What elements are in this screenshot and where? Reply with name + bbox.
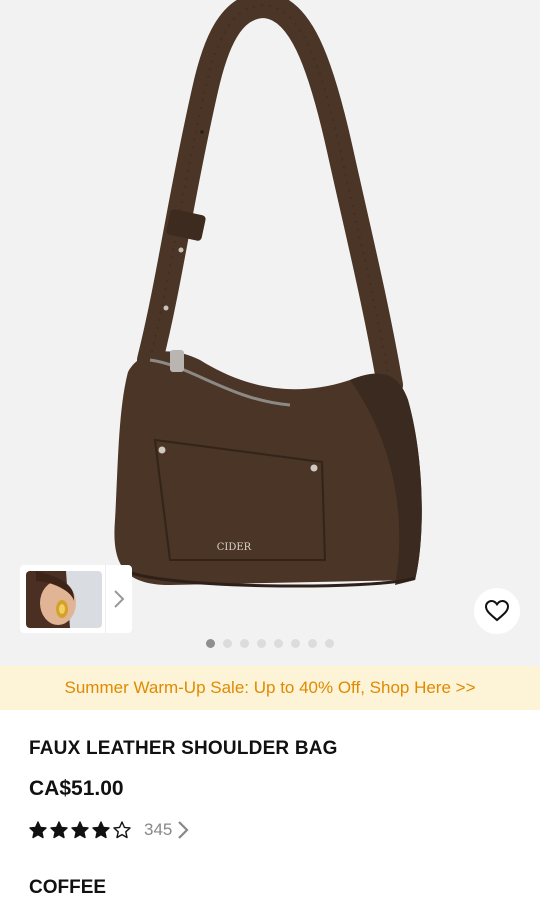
favorite-button[interactable] <box>474 588 520 634</box>
star-filled-icon <box>50 821 68 839</box>
star-outline-icon <box>113 821 131 839</box>
pager-dot[interactable] <box>240 639 249 648</box>
chevron-right-icon <box>114 590 125 608</box>
star-filled-icon <box>71 821 89 839</box>
reviews-link-arrow[interactable] <box>177 820 189 840</box>
product-image-gallery[interactable]: CIDER <box>0 0 540 666</box>
pager-dot[interactable] <box>257 639 266 648</box>
star-filled-icon <box>29 821 47 839</box>
promo-banner-text[interactable]: Summer Warm-Up Sale: Up to 40% Off, Shop… <box>65 678 476 698</box>
product-title: FAUX LEATHER SHOULDER BAG <box>29 738 338 759</box>
rating-row[interactable]: 345 <box>29 818 189 842</box>
star-rating <box>29 821 131 839</box>
image-pager-dots <box>0 639 540 649</box>
chevron-right-icon <box>178 821 189 839</box>
review-count[interactable]: 345 <box>144 820 172 840</box>
promo-banner[interactable]: Summer Warm-Up Sale: Up to 40% Off, Shop… <box>0 666 540 710</box>
thumbnail-next-button[interactable] <box>105 565 132 633</box>
product-price: CA$51.00 <box>29 777 124 800</box>
star-filled-icon <box>92 821 110 839</box>
pager-dot[interactable] <box>291 639 300 648</box>
pager-dot[interactable] <box>223 639 232 648</box>
pager-dot[interactable] <box>308 639 317 648</box>
pager-dot[interactable] <box>274 639 283 648</box>
brand-logo-mark: CIDER <box>217 542 252 553</box>
heart-outline-icon <box>485 600 509 622</box>
thumbnail-strip[interactable] <box>20 565 132 633</box>
pager-dot[interactable] <box>206 639 215 648</box>
selected-color-name: COFFEE <box>29 877 107 898</box>
thumbnail-image[interactable] <box>26 571 102 628</box>
pager-dot[interactable] <box>325 639 334 648</box>
